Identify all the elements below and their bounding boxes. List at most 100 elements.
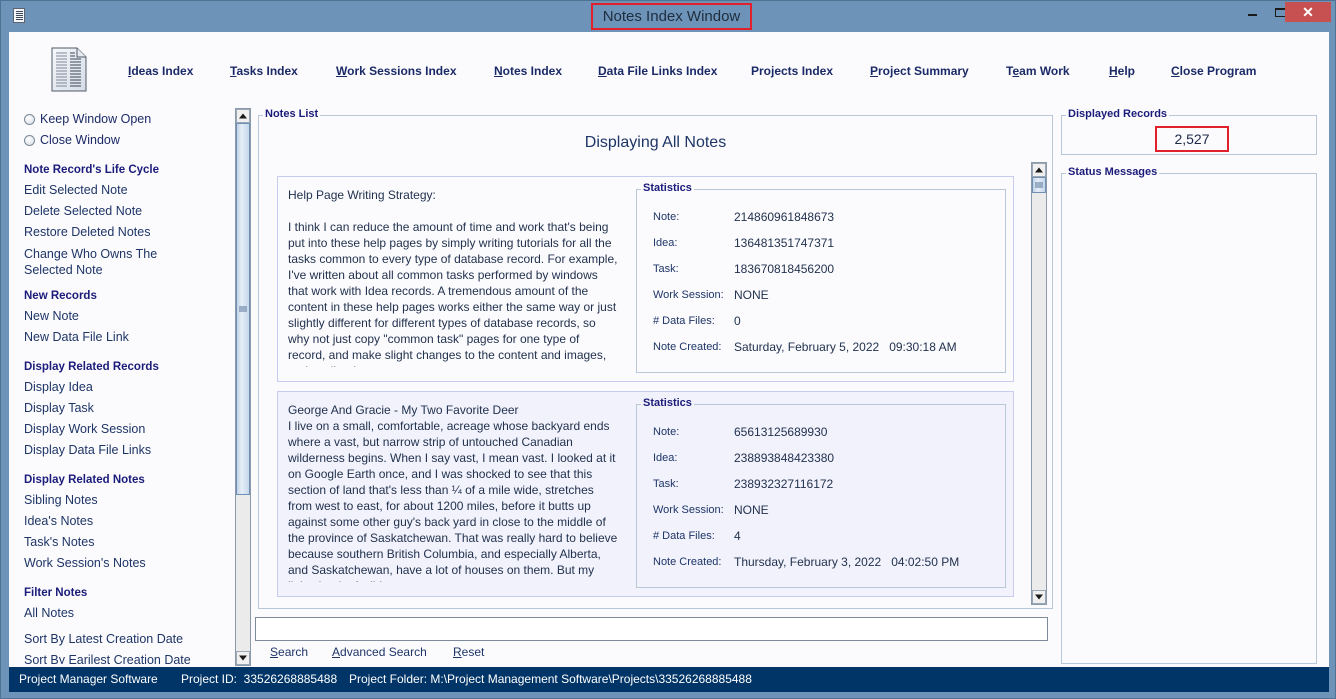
sidebar: Keep Window Open Close Window Note Recor… (9, 104, 235, 664)
sidebar-item-sort-earliest[interactable]: Sort By Earilest Creation Date (24, 652, 191, 664)
notes-list-panel: Notes List Displaying All Notes Help Pag… (258, 108, 1053, 609)
stat-value-task-id: 183670818456200 (734, 262, 835, 276)
status-messages-title: Status Messages (1066, 166, 1160, 178)
sidebar-item-display-data-file-links[interactable]: Display Data File Links (24, 442, 151, 458)
grip-icon (1035, 182, 1043, 188)
stat-value-note-id: 214860961848673 (734, 210, 835, 224)
note-text: Help Page Writing Strategy: I think I ca… (288, 188, 618, 367)
stat-value-note-created: Thursday, February 3, 2022 04:02:50 PM (734, 555, 960, 569)
notes-list-scrollbar[interactable] (1031, 162, 1047, 605)
title-bar[interactable]: Notes Index Window ✕ (1, 1, 1336, 32)
keep-window-open-radio[interactable]: Keep Window Open (24, 112, 151, 126)
sidebar-item-sort-latest[interactable]: Sort By Latest Creation Date (24, 631, 183, 647)
sidebar-item-new-data-file-link[interactable]: New Data File Link (24, 329, 129, 345)
stat-label-task: Task: (653, 263, 679, 275)
mnemonic-letter: e (1012, 64, 1020, 78)
nav-close-program[interactable]: Close Program (1171, 64, 1256, 78)
nav-tasks-index[interactable]: Tasks Index (230, 64, 298, 78)
sidebar-item-display-work-session[interactable]: Display Work Session (24, 421, 145, 437)
stat-label-data-files: # Data Files: (653, 315, 715, 327)
stat-value-data-files: 0 (734, 314, 741, 328)
section-heading-filter-notes: Filter Notes (24, 587, 88, 599)
minimize-button[interactable] (1239, 2, 1265, 22)
nav-team-work[interactable]: Team Work (1006, 64, 1070, 78)
stat-value-note-created: Saturday, February 5, 2022 09:30:18 AM (734, 340, 957, 354)
nav-work-sessions-index[interactable]: Work Sessions Index (336, 64, 457, 78)
stat-label-note-created: Note Created: (653, 341, 722, 353)
sidebar-item-new-note[interactable]: New Note (24, 308, 79, 324)
app-document-icon[interactable] (13, 8, 25, 23)
sidebar-item-display-idea[interactable]: Display Idea (24, 379, 93, 395)
mnemonic-letter: N (494, 64, 503, 78)
scrollbar-thumb[interactable] (1032, 177, 1046, 193)
mnemonic-letter: T (230, 64, 237, 78)
note-text: George And Gracie - My Two Favorite Deer… (288, 403, 618, 582)
section-heading-display-related-notes: Display Related Notes (24, 474, 145, 486)
note-card[interactable]: Help Page Writing Strategy: I think I ca… (277, 176, 1014, 382)
radio-circle-icon (24, 134, 35, 146)
stat-value-data-files: 4 (734, 529, 741, 543)
mnemonic-letter: C (1171, 64, 1180, 78)
sidebar-item-ideas-notes[interactable]: Idea's Notes (24, 513, 93, 529)
sidebar-item-work-sessions-notes[interactable]: Work Session's Notes (24, 555, 146, 571)
displaying-heading: Displaying All Notes (584, 134, 727, 151)
note-card[interactable]: George And Gracie - My Two Favorite Deer… (277, 391, 1014, 597)
radio-circle-icon (24, 113, 35, 125)
displayed-records-count: 2,527 (1155, 126, 1229, 152)
close-button[interactable]: ✕ (1285, 2, 1331, 22)
section-heading-life-cycle: Note Record's Life Cycle (24, 164, 160, 176)
search-input[interactable] (255, 617, 1048, 641)
sidebar-item-edit-selected-note[interactable]: Edit Selected Note (24, 182, 128, 198)
notes-document-icon (51, 47, 87, 92)
nav-ideas-index[interactable]: Ideas Index (128, 64, 193, 78)
search-button[interactable]: Search (270, 645, 308, 659)
mnemonic-letter: W (336, 64, 348, 78)
scrollbar-thumb[interactable] (236, 123, 250, 495)
scroll-down-arrow-icon[interactable] (236, 651, 250, 665)
nav-data-file-links-index[interactable]: Data File Links Index (598, 64, 717, 78)
notes-list[interactable]: Help Page Writing Strategy: I think I ca… (269, 162, 1029, 605)
nav-notes-index[interactable]: Notes Index (494, 64, 562, 78)
stat-value-idea-id: 136481351747371 (734, 236, 835, 250)
mnemonic-letter: H (1109, 64, 1118, 78)
advanced-search-button[interactable]: Advanced Search (332, 645, 427, 659)
stat-label-task: Task: (653, 478, 679, 490)
stat-label-data-files: # Data Files: (653, 530, 715, 542)
nav-project-summary[interactable]: Project Summary (870, 64, 969, 78)
reset-button[interactable]: Reset (453, 645, 484, 659)
stat-label-note-created: Note Created: (653, 556, 722, 568)
notes-index-window: Notes Index Window ✕ Ideas Index Tasks I… (0, 0, 1336, 699)
sidebar-item-delete-selected-note[interactable]: Delete Selected Note (24, 203, 142, 219)
stat-label-note: Note: (653, 426, 680, 438)
mnemonic-letter: A (332, 645, 341, 659)
sidebar-item-restore-deleted-notes[interactable]: Restore Deleted Notes (24, 224, 150, 240)
nav-help[interactable]: Help (1109, 64, 1135, 78)
status-project-id: Project ID: 33526268885488 (181, 672, 338, 686)
section-heading-new-records: New Records (24, 290, 97, 302)
stat-value-note-id: 65613125689930 (734, 425, 828, 439)
stat-value-work-session: NONE (734, 288, 769, 302)
stat-value-task-id: 238932327116172 (734, 477, 834, 491)
stat-label-idea: Idea: (653, 452, 678, 464)
sidebar-item-all-notes[interactable]: All Notes (24, 605, 74, 621)
nav-projects-index[interactable]: Projects Index (751, 64, 833, 78)
scroll-up-arrow-icon[interactable] (236, 109, 250, 123)
status-project-folder: Project Folder: M:\Project Management So… (349, 672, 752, 686)
scroll-up-arrow-icon[interactable] (1032, 163, 1046, 177)
close-window-radio[interactable]: Close Window (24, 133, 120, 147)
sidebar-item-sibling-notes[interactable]: Sibling Notes (24, 492, 98, 508)
stat-label-note: Note: (653, 211, 680, 223)
status-bar: Project Manager Software Project ID: 335… (9, 667, 1329, 692)
sidebar-scrollbar[interactable] (235, 108, 251, 666)
mnemonic-letter: S (270, 645, 279, 659)
radio-label: Keep Window Open (40, 112, 152, 126)
stat-label-work-session: Work Session: (653, 504, 724, 516)
status-messages-panel: Status Messages (1061, 166, 1317, 664)
window-title: Notes Index Window (591, 3, 752, 30)
statistics-group: Statistics Note: 214860961848673 Idea: 1… (636, 182, 1006, 373)
section-heading-display-related-records: Display Related Records (24, 361, 159, 373)
scroll-down-arrow-icon[interactable] (1032, 590, 1046, 604)
sidebar-item-change-owner[interactable]: Change Who Owns The Selected Note (24, 246, 174, 278)
sidebar-item-display-task[interactable]: Display Task (24, 400, 94, 416)
sidebar-item-tasks-notes[interactable]: Task's Notes (24, 534, 94, 550)
